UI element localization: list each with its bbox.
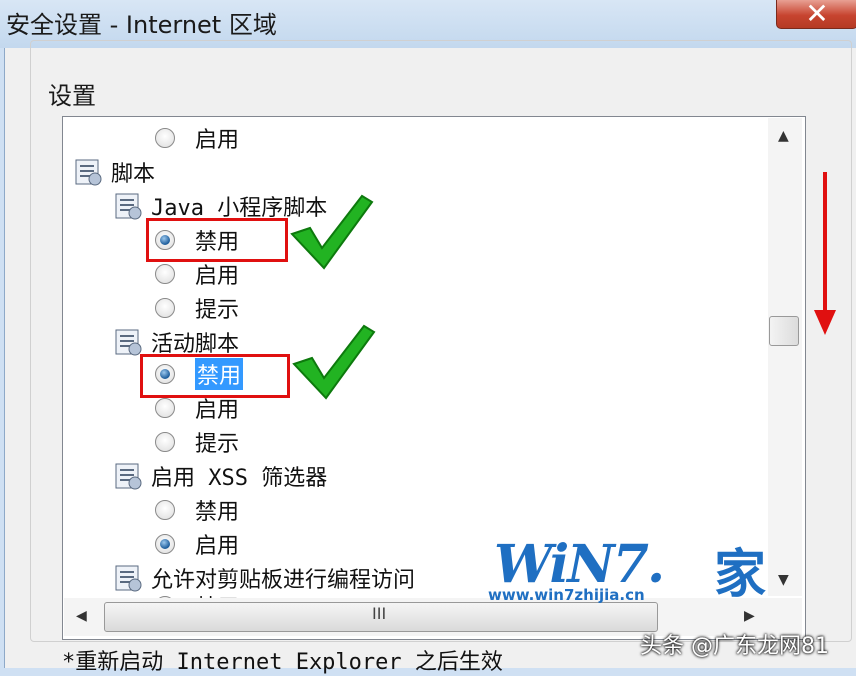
- tree-item-label: 禁用: [195, 500, 240, 525]
- tree-item-radio[interactable]: 启用: [155, 121, 239, 155]
- radio-icon: [155, 500, 175, 520]
- tree-item-label: 启用: [195, 534, 240, 559]
- close-icon: ✕: [805, 0, 829, 30]
- scroll-down-icon[interactable]: ▼: [778, 572, 789, 588]
- watermark-logo-jia: 家: [714, 545, 767, 605]
- tree-item-radio[interactable]: 启用: [155, 257, 239, 291]
- highlight-box-active-disable: [140, 354, 290, 398]
- tree-subnode-label: 启用 XSS 筛选器: [151, 466, 328, 491]
- radio-icon: [155, 128, 175, 148]
- tree-item-label: 启用: [195, 128, 240, 153]
- scroll-down-arrow-icon: [814, 172, 836, 335]
- watermark-bottom: 头条 @广东龙网81: [640, 634, 829, 659]
- tree-item-radio[interactable]: 提示: [155, 291, 239, 325]
- vertical-scroll-thumb[interactable]: [769, 316, 799, 346]
- restart-footnote: *重新启动 Internet Explorer 之后生效: [62, 650, 503, 675]
- watermark-url: www.win7zhijia.cn: [488, 586, 645, 604]
- settings-group-label: 设置: [42, 76, 102, 111]
- close-button[interactable]: ✕: [776, 0, 856, 30]
- radio-icon: [155, 298, 175, 318]
- settings-node-icon: [75, 159, 102, 186]
- settings-node-icon: [115, 565, 142, 592]
- checkmark-icon: [290, 194, 374, 270]
- radio-icon: [155, 264, 175, 284]
- settings-node-icon: [115, 463, 142, 490]
- settings-node-icon: [115, 193, 142, 220]
- highlight-box-java-disable: [146, 218, 288, 262]
- tree-node-scripts[interactable]: 脚本: [73, 155, 155, 189]
- tree-subnode-xss-filter[interactable]: 启用 XSS 筛选器: [113, 459, 327, 493]
- checkmark-icon: [292, 324, 376, 400]
- settings-node-icon: [115, 329, 142, 356]
- tree-item-label: 提示: [195, 298, 240, 323]
- tree-item-radio[interactable]: 提示: [155, 425, 239, 459]
- tree-item-radio[interactable]: 启用: [155, 527, 239, 561]
- scroll-left-icon[interactable]: ◀: [76, 608, 87, 624]
- vertical-scrollbar[interactable]: [768, 118, 802, 596]
- window-title: 安全设置 - Internet 区域: [6, 11, 277, 39]
- tree-item-label: 启用: [195, 264, 240, 289]
- radio-icon: [155, 432, 175, 452]
- tree-node-label: 脚本: [111, 162, 156, 187]
- scroll-grip-icon: III: [372, 604, 387, 623]
- scroll-up-icon[interactable]: ▲: [778, 128, 789, 144]
- tree-item-label: 提示: [195, 432, 240, 457]
- radio-icon: [155, 398, 175, 418]
- tree-item-radio[interactable]: 禁用: [155, 493, 239, 527]
- scroll-right-icon[interactable]: ▶: [744, 608, 755, 624]
- radio-checked-icon: [155, 534, 175, 554]
